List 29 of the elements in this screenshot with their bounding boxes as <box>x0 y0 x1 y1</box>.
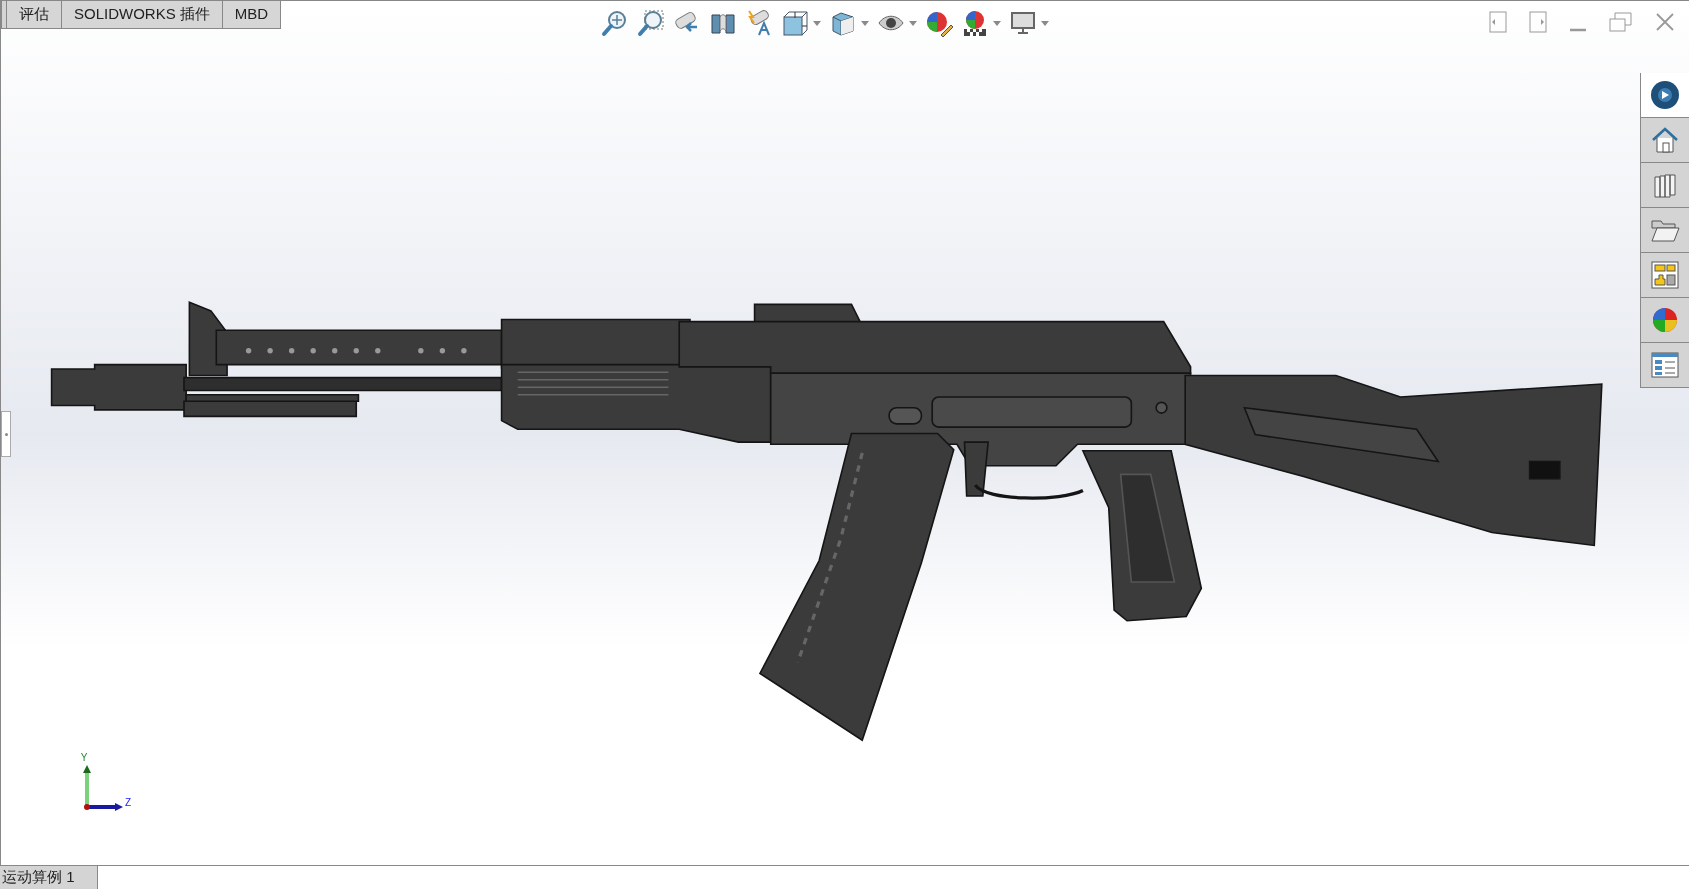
panel-left-icon[interactable] <box>1489 11 1507 33</box>
play-circle-icon <box>1650 80 1680 110</box>
task-pane-tab[interactable] <box>1641 253 1689 298</box>
panel-handle[interactable] <box>1 411 11 457</box>
color-ball-icon <box>1651 306 1679 334</box>
task-pane-tab[interactable] <box>1641 73 1689 118</box>
folder-icon <box>1650 217 1680 243</box>
task-pane-tab[interactable] <box>1641 163 1689 208</box>
task-pane-tab[interactable] <box>1641 118 1689 163</box>
caret-icon[interactable] <box>861 20 870 26</box>
caret-icon[interactable] <box>993 20 1002 26</box>
panel-right-icon[interactable] <box>1529 11 1547 33</box>
appearance-edit-icon[interactable] <box>925 9 954 37</box>
zoom-area-icon[interactable] <box>637 9 666 37</box>
z-axis-label: Z <box>125 796 132 810</box>
caret-icon[interactable] <box>813 20 822 26</box>
list-icon <box>1651 352 1679 378</box>
motion-study-tab[interactable]: 运动算例 1 <box>0 866 98 889</box>
y-axis-label: Y <box>80 753 88 763</box>
task-pane-tab[interactable] <box>1641 343 1689 388</box>
axis-triad-icon <box>81 763 123 813</box>
caret-icon[interactable] <box>909 20 918 26</box>
home-icon <box>1651 126 1679 154</box>
monitor-icon[interactable] <box>1009 9 1038 37</box>
view-orientation-icon[interactable] <box>781 9 810 37</box>
caret-icon[interactable] <box>1041 20 1050 26</box>
palette-icon <box>1651 261 1679 289</box>
books-icon <box>1652 171 1678 199</box>
close-icon[interactable] <box>1655 12 1675 32</box>
